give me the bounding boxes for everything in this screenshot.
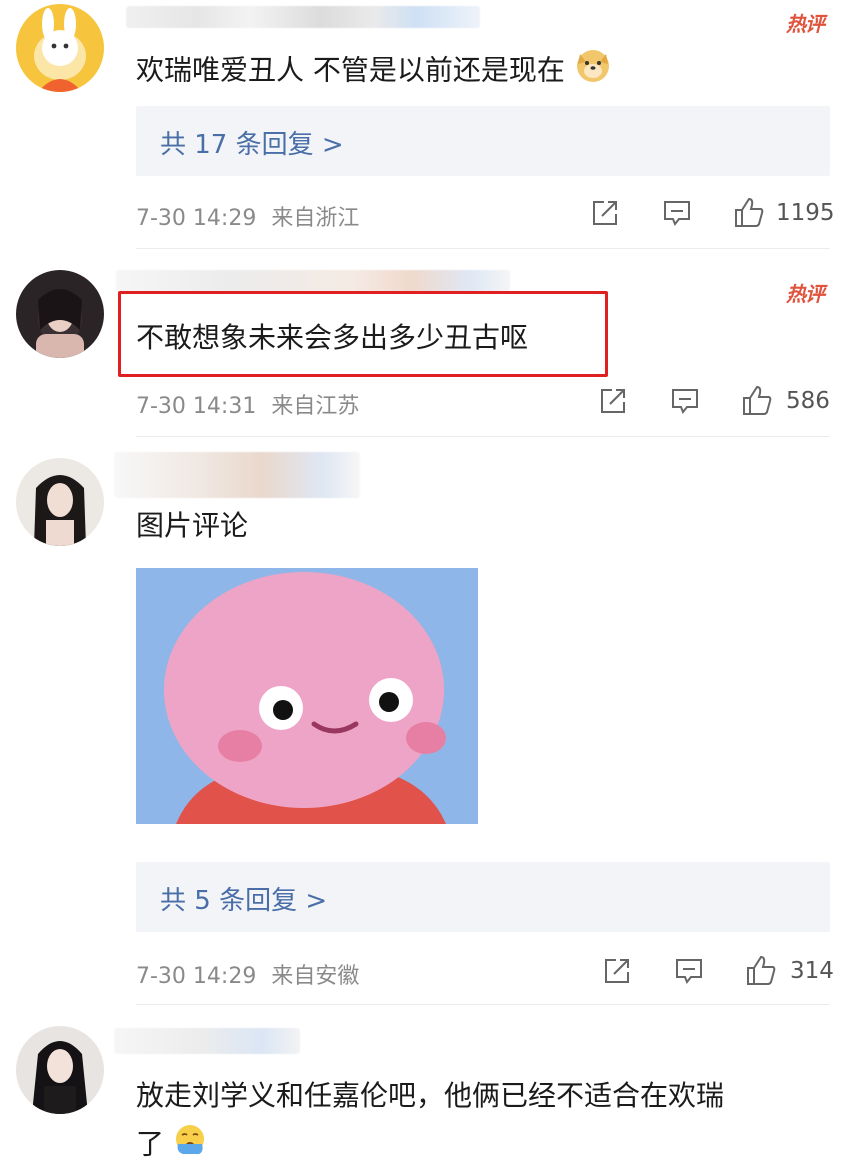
username-blurred[interactable] — [126, 6, 480, 28]
username-blurred[interactable] — [114, 452, 360, 498]
comment-location: 来自浙江 — [271, 206, 360, 231]
doge-emoji-icon — [574, 46, 612, 97]
comment-icon[interactable] — [670, 386, 700, 416]
comment-time: 7-30 14:31 — [136, 394, 257, 419]
comment-icon[interactable] — [662, 198, 692, 228]
divider — [136, 436, 830, 437]
comment-meta: 7-30 14:29 来自安徽 — [136, 958, 359, 990]
share-icon[interactable] — [598, 386, 628, 416]
username-blurred[interactable] — [114, 1028, 300, 1054]
divider — [136, 1004, 830, 1005]
user-avatar[interactable] — [16, 458, 104, 546]
comment-time: 7-30 14:29 — [136, 964, 257, 989]
comment-text-content: 欢瑞唯爱丑人 不管是以前还是现在 — [136, 53, 565, 87]
comment-image[interactable] — [136, 568, 478, 824]
username-blurred[interactable] — [116, 270, 510, 292]
divider — [136, 248, 830, 249]
comment-text-line-2-row: 了 — [136, 1122, 724, 1169]
like-count: 586 — [786, 388, 830, 414]
hot-comment-badge: 热评 — [786, 282, 825, 306]
like-count: 314 — [790, 958, 834, 984]
crying-face-emoji-icon — [173, 1122, 207, 1169]
comment-text-line-1: 放走刘学义和任嘉伦吧，他俩已经不适合在欢瑞 — [136, 1079, 725, 1112]
comment-text: 不敢想象未来会多出多少丑古呕 — [136, 316, 528, 360]
comment-text: 图片评论 — [136, 504, 248, 548]
comment-text-line-2: 了 — [136, 1127, 165, 1161]
comment-meta: 7-30 14:31 来自江苏 — [136, 388, 359, 420]
comment-text-content: 图片评论 — [136, 509, 249, 542]
comment-location: 来自江苏 — [271, 394, 360, 419]
user-avatar[interactable] — [16, 1026, 104, 1114]
comment-4: 放走刘学义和任嘉伦吧，他俩已经不适合在欢瑞 了 — [0, 1006, 854, 1176]
replies-count-label: 共 5 条回复 > — [160, 886, 328, 916]
hot-comment-badge: 热评 — [786, 12, 825, 36]
comment-location: 来自安徽 — [271, 964, 360, 989]
user-avatar[interactable] — [16, 4, 104, 92]
user-avatar[interactable] — [16, 270, 104, 358]
comment-2: 热评 不敢想象未来会多出多少丑古呕 7-30 14:31 来自江苏 586 — [0, 250, 854, 440]
like-icon[interactable] — [740, 384, 774, 418]
share-icon[interactable] — [602, 956, 632, 986]
replies-count-label: 共 17 条回复 > — [160, 130, 344, 160]
comment-time: 7-30 14:29 — [136, 206, 257, 231]
comment-icon[interactable] — [674, 956, 704, 986]
like-count: 1195 — [776, 200, 835, 226]
comment-3: 图片评论 共 5 条回复 > 7-30 14:29 来自安徽 314 — [0, 440, 854, 1006]
comment-text: 放走刘学义和任嘉伦吧，他俩已经不适合在欢瑞 了 — [136, 1074, 724, 1169]
like-icon[interactable] — [744, 954, 778, 988]
view-replies-button[interactable]: 共 17 条回复 > — [136, 106, 830, 176]
comment-text-content: 不敢想象未来会多出多少丑古呕 — [136, 321, 529, 354]
comment-text: 欢瑞唯爱丑人 不管是以前还是现在 — [136, 46, 612, 97]
share-icon[interactable] — [590, 198, 620, 228]
like-icon[interactable] — [732, 196, 766, 230]
view-replies-button[interactable]: 共 5 条回复 > — [136, 862, 830, 932]
comment-meta: 7-30 14:29 来自浙江 — [136, 200, 359, 232]
comment-1: 热评 欢瑞唯爱丑人 不管是以前还是现在 共 17 条回复 > 7-30 14:2… — [0, 0, 854, 250]
